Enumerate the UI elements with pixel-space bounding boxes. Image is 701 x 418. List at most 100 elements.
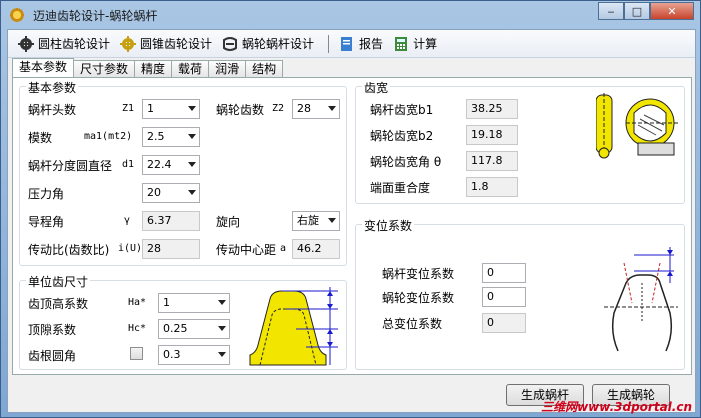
b1-value: 38.25 [471, 102, 503, 115]
chevron-down-icon [328, 218, 336, 223]
fillet-select[interactable]: 0.3 [158, 345, 230, 365]
gear-shift-label: 蜗轮变位系数 [382, 291, 455, 305]
basic-params-title: 基本参数 [26, 79, 79, 96]
ratio-symbol: i(U) [118, 243, 143, 254]
center-dist-symbol: a [280, 243, 287, 254]
hand-select[interactable]: 右旋 [292, 211, 340, 231]
minimize-button[interactable]: ‒ [598, 2, 624, 20]
b1-label: 蜗杆齿宽b1 [370, 103, 434, 117]
gear-teeth-value: 28 [297, 102, 311, 115]
tab-accuracy[interactable]: 精度 [134, 60, 173, 78]
app-window: 迈迪齿轮设计-蜗轮蜗杆 ‒ □ ✕ 圆柱齿轮设计 圆锥齿轮设计 蜗轮蜗杆设计 报… [0, 0, 701, 418]
lead-angle-value: 6.37 [147, 214, 172, 227]
chevron-down-icon [188, 162, 196, 167]
overlap-value: 1.8 [471, 180, 489, 193]
b2-value: 19.18 [471, 128, 503, 141]
fillet-value: 0.3 [163, 348, 181, 361]
center-dist-value: 46.2 [297, 242, 322, 255]
addendum-value: 1 [163, 296, 170, 309]
toolbar: 圆柱齿轮设计 圆锥齿轮设计 蜗轮蜗杆设计 报告 计算 [8, 30, 695, 58]
shift-title: 变位系数 [362, 217, 415, 234]
gear-teeth-select[interactable]: 28 [292, 99, 340, 119]
module-select[interactable]: 2.5 [142, 127, 200, 147]
total-shift-value: 0 [487, 316, 494, 329]
menu-bevel-gear-label: 圆锥齿轮设计 [140, 37, 213, 51]
addendum-symbol: Ha* [128, 297, 147, 308]
menu-worm-gear[interactable]: 蜗轮蜗杆设计 [222, 35, 314, 52]
chevron-down-icon [188, 106, 196, 111]
app-gear-icon [9, 7, 25, 23]
calculator-icon [395, 36, 408, 51]
menu-report-label: 报告 [359, 37, 384, 51]
gear-shift-value: 0 [487, 290, 494, 303]
addendum-label: 齿顶高系数 [28, 297, 89, 311]
pitch-dia-value: 22.4 [147, 158, 172, 171]
ratio-label: 传动比(齿数比) [28, 243, 110, 257]
theta-output: 117.8 [466, 151, 518, 171]
fillet-label: 齿根圆角 [28, 349, 77, 363]
tab-structure[interactable]: 结构 [245, 60, 284, 78]
worm-shift-label: 蜗杆变位系数 [382, 267, 455, 281]
unit-tooth-title: 单位齿尺寸 [26, 273, 91, 290]
toolbar-separator [328, 34, 330, 53]
title-bar: 迈迪齿轮设计-蜗轮蜗杆 ‒ □ ✕ [1, 1, 700, 29]
addendum-select[interactable]: 1 [158, 293, 230, 313]
pitch-dia-label: 蜗杆分度圆直径 [28, 159, 113, 173]
menu-calc-label: 计算 [413, 37, 438, 51]
pitch-dia-symbol: d1 [122, 159, 135, 170]
pressure-angle-select[interactable]: 20 [142, 183, 200, 203]
module-symbol: ma1(mt2) [84, 131, 133, 142]
tab-basic[interactable]: 基本参数 [12, 58, 75, 78]
theta-value: 117.8 [471, 154, 503, 167]
menu-report[interactable]: 报告 [339, 35, 383, 52]
menu-spur-gear-label: 圆柱齿轮设计 [38, 37, 111, 51]
gear-teeth-label: 蜗轮齿数 [216, 103, 265, 117]
maximize-button[interactable]: □ [624, 2, 650, 20]
module-value: 2.5 [147, 130, 165, 143]
total-shift-label: 总变位系数 [382, 317, 443, 331]
menu-spur-gear[interactable]: 圆柱齿轮设计 [18, 35, 110, 52]
chevron-down-icon [328, 106, 336, 111]
chevron-down-icon [188, 134, 196, 139]
tab-dimensions[interactable]: 尺寸参数 [73, 60, 136, 78]
gear-icon [18, 35, 34, 52]
tab-load[interactable]: 载荷 [171, 60, 210, 78]
tab-strip: 基本参数 尺寸参数 精度 载荷 润滑 结构 [12, 58, 284, 78]
b1-output: 38.25 [466, 99, 518, 119]
overlap-label: 端面重合度 [370, 181, 431, 195]
worm-starts-symbol: Z1 [122, 103, 135, 114]
shift-diagram [604, 247, 678, 352]
fillet-checkbox[interactable] [130, 347, 143, 360]
total-shift-output: 0 [482, 313, 526, 333]
clearance-select[interactable]: 0.25 [158, 319, 230, 339]
clearance-symbol: Hc* [128, 323, 147, 334]
lead-angle-output: 6.37 [142, 211, 200, 231]
gear-shift-input[interactable]: 0 [482, 287, 526, 307]
shift-group: 变位系数 蜗杆变位系数 0 蜗轮变位系数 0 总变位系数 0 [355, 217, 685, 370]
clearance-value: 0.25 [163, 322, 188, 335]
chevron-down-icon [218, 300, 226, 305]
chevron-down-icon [218, 352, 226, 357]
center-dist-label: 传动中心距 [216, 243, 277, 257]
menu-bevel-gear[interactable]: 圆锥齿轮设计 [120, 35, 212, 52]
tab-lubrication[interactable]: 润滑 [208, 60, 247, 78]
gear-icon [120, 35, 137, 52]
face-width-title: 齿宽 [362, 79, 391, 96]
worm-starts-value: 1 [147, 102, 154, 115]
report-icon [341, 36, 353, 51]
pressure-angle-label: 压力角 [28, 187, 65, 201]
window-title: 迈迪齿轮设计-蜗轮蜗杆 [33, 8, 158, 23]
worm-shift-input[interactable]: 0 [482, 263, 526, 283]
hand-label: 旋向 [216, 215, 241, 229]
basic-params-group: 基本参数 蜗杆头数 Z1 1 蜗轮齿数 Z2 28 模数 ma1(mt2) 2.… [19, 79, 347, 266]
worm-starts-select[interactable]: 1 [142, 99, 200, 119]
menu-calc[interactable]: 计算 [393, 35, 437, 52]
face-width-diagram [596, 93, 678, 159]
b2-output: 19.18 [466, 125, 518, 145]
module-label: 模数 [28, 131, 53, 145]
pitch-dia-select[interactable]: 22.4 [142, 155, 200, 175]
clearance-label: 顶隙系数 [28, 323, 77, 337]
tab-pane: 基本参数 蜗杆头数 Z1 1 蜗轮齿数 Z2 28 模数 ma1(mt2) 2.… [12, 77, 692, 375]
lead-angle-symbol: γ [124, 215, 131, 226]
close-button[interactable]: ✕ [650, 2, 694, 20]
